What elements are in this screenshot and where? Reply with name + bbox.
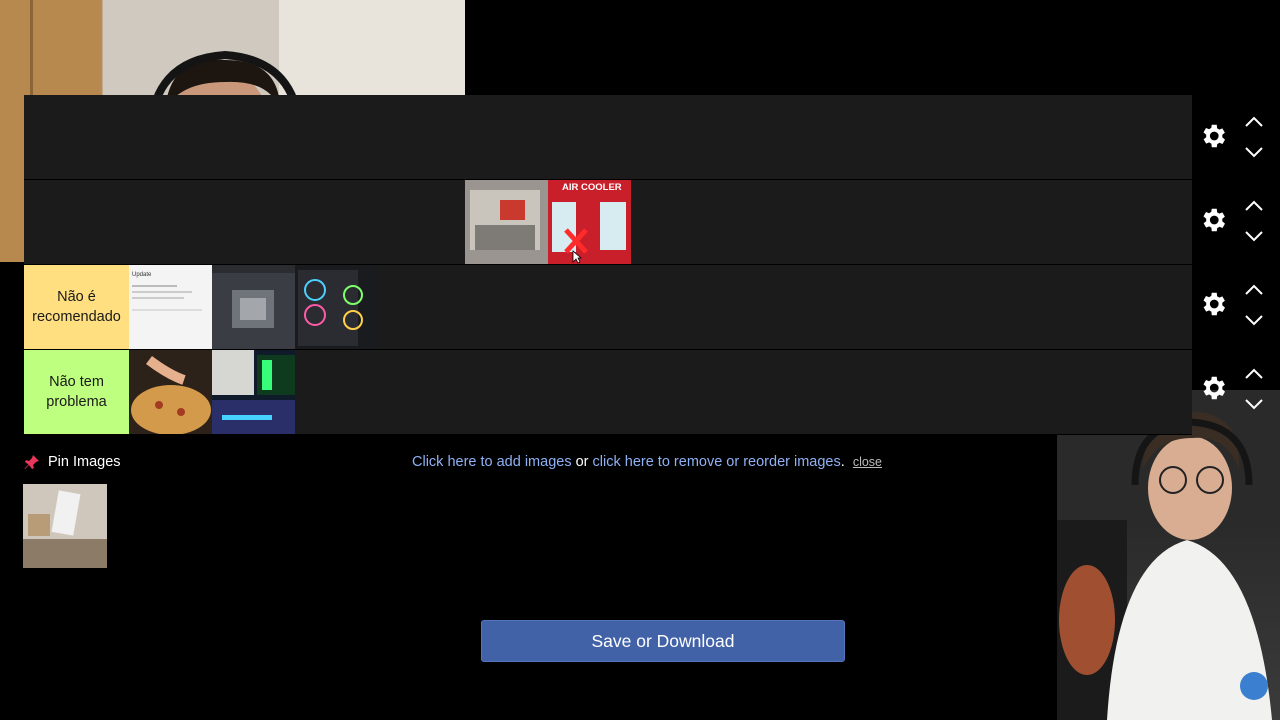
- tier-row: AIR COOLER: [24, 180, 1192, 265]
- gear-icon[interactable]: [1198, 373, 1228, 403]
- chevron-up-icon[interactable]: [1242, 197, 1266, 213]
- image-actions-message: Click here to add images or click here t…: [412, 454, 882, 470]
- chevron-down-icon[interactable]: [1242, 313, 1266, 329]
- row-controls: [1192, 179, 1280, 263]
- thumb-graphic: [212, 265, 295, 349]
- tier-image[interactable]: [212, 350, 295, 434]
- tier-list: AIR COOLER Não é recomendado Update Não …: [24, 95, 1192, 435]
- tier-row: Não tem problema: [24, 350, 1192, 435]
- pushpin-icon: [24, 455, 39, 469]
- chevron-down-icon[interactable]: [1242, 397, 1266, 413]
- mouse-cursor-icon: [572, 250, 582, 264]
- row-controls: [1192, 347, 1280, 431]
- row-controls: [1192, 95, 1280, 179]
- tier-row: [24, 95, 1192, 180]
- thumb-graphic: [295, 265, 378, 349]
- chevron-up-icon[interactable]: [1242, 365, 1266, 381]
- tier-image[interactable]: [212, 265, 295, 349]
- webcam-overlay-guest: [1057, 390, 1280, 720]
- tier-items: Update: [129, 265, 378, 349]
- tier-label[interactable]: [24, 95, 129, 179]
- add-images-link[interactable]: Click here to add images: [412, 454, 572, 470]
- pin-images-toggle[interactable]: Pin Images: [24, 454, 121, 470]
- thumb-graphic: [129, 350, 212, 434]
- chevron-down-icon[interactable]: [1242, 229, 1266, 245]
- tier-image[interactable]: [129, 350, 212, 434]
- reorder-images-link[interactable]: click here to remove or reorder images: [593, 454, 841, 470]
- gear-icon[interactable]: [1198, 205, 1228, 235]
- close-link[interactable]: close: [853, 455, 882, 469]
- gear-icon[interactable]: [1198, 121, 1228, 151]
- thumb-text: Update: [132, 272, 152, 278]
- pin-images-label: Pin Images: [48, 454, 121, 470]
- row-controls: [1192, 263, 1280, 347]
- thumb-graphic: [23, 484, 107, 568]
- thumb-overlay-text: AIR COOLER: [562, 182, 622, 193]
- tier-image[interactable]: AIR COOLER: [548, 180, 631, 264]
- or-text: or: [571, 454, 593, 470]
- thumb-graphic: [465, 180, 548, 264]
- period-text: .: [840, 454, 845, 470]
- chevron-up-icon[interactable]: [1242, 281, 1266, 297]
- tier-items: AIR COOLER: [465, 180, 631, 264]
- tier-label[interactable]: Não é recomendado: [24, 265, 129, 349]
- tier-image[interactable]: [465, 180, 548, 264]
- tier-image[interactable]: Update: [129, 265, 212, 349]
- tier-row: Não é recomendado Update: [24, 265, 1192, 350]
- chevron-up-icon[interactable]: [1242, 113, 1266, 129]
- tier-label[interactable]: Não tem problema: [24, 350, 129, 434]
- save-or-download-button[interactable]: Save or Download: [481, 620, 845, 662]
- tier-items: [129, 350, 295, 434]
- thumb-graphic: [212, 350, 295, 434]
- pinned-image[interactable]: [23, 484, 107, 568]
- tier-label[interactable]: [24, 180, 129, 264]
- chevron-down-icon[interactable]: [1242, 145, 1266, 161]
- webcam-scene: [1057, 411, 1272, 720]
- tier-image[interactable]: [295, 265, 378, 349]
- gear-icon[interactable]: [1198, 289, 1228, 319]
